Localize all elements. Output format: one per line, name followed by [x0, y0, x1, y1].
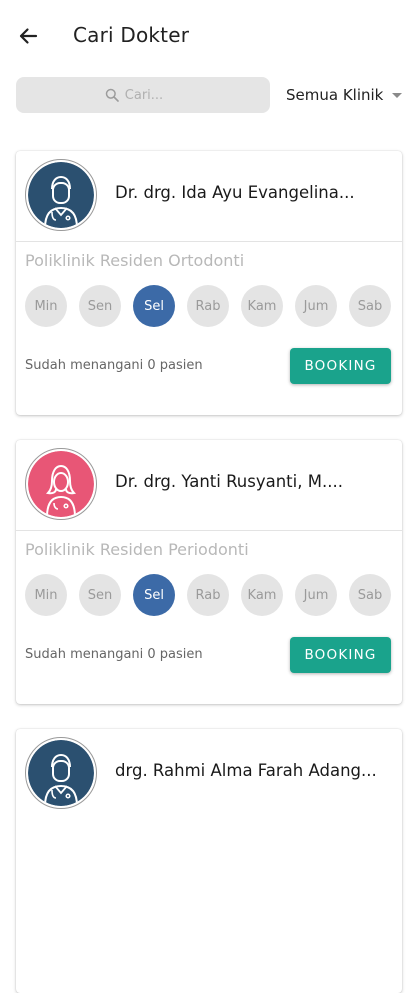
male-doctor-icon — [28, 162, 94, 228]
doctor-name: drg. Rahmi Alma Farah Adang... — [115, 761, 377, 780]
day-chip-kam[interactable]: Kam — [241, 574, 283, 616]
clinic-name: Poliklinik Residen Ortodonti — [25, 251, 245, 270]
day-chip-sab[interactable]: Sab — [349, 574, 391, 616]
day-chip-rab[interactable]: Rab — [187, 285, 229, 327]
female-doctor-icon — [28, 451, 94, 517]
back-button[interactable] — [14, 22, 42, 50]
doctor-card-header: drg. Rahmi Alma Farah Adang... — [16, 729, 402, 819]
caret-down-icon — [392, 93, 403, 98]
day-chip-sen[interactable]: Sen — [79, 285, 121, 327]
doctor-name: Dr. drg. Ida Ayu Evangelina... — [115, 183, 355, 202]
patients-handled: Sudah menangani 0 pasien — [25, 358, 203, 373]
doctor-card[interactable]: Dr. drg. Yanti Rusyanti, M.... Poliklini… — [16, 440, 402, 704]
booking-button[interactable]: BOOKING — [290, 348, 391, 384]
day-chip-sel[interactable]: Sel — [133, 574, 175, 616]
search-icon — [105, 88, 119, 102]
search-input[interactable]: Cari... — [16, 77, 270, 113]
arrow-left-icon — [19, 28, 38, 44]
clinic-filter-value: Semua Klinik — [286, 86, 384, 104]
card-divider — [16, 530, 402, 531]
day-chip-sel[interactable]: Sel — [133, 285, 175, 327]
clinic-filter-dropdown[interactable]: Semua Klinik — [286, 84, 403, 106]
doctor-card[interactable]: Dr. drg. Ida Ayu Evangelina... Poliklini… — [16, 151, 402, 415]
avatar — [25, 737, 97, 809]
doctor-card[interactable]: drg. Rahmi Alma Farah Adang... — [16, 729, 402, 993]
doctor-card-header: Dr. drg. Ida Ayu Evangelina... — [16, 151, 402, 241]
app-bar: Cari Dokter — [0, 0, 418, 72]
avatar — [25, 159, 97, 231]
patients-handled: Sudah menangani 0 pasien — [25, 647, 203, 662]
search-placeholder: Cari... — [124, 87, 164, 103]
day-chip-jum[interactable]: Jum — [295, 285, 337, 327]
day-chip-kam[interactable]: Kam — [241, 285, 283, 327]
day-chip-min[interactable]: Min — [25, 285, 67, 327]
day-chip-sen[interactable]: Sen — [79, 574, 121, 616]
day-chip-rab[interactable]: Rab — [187, 574, 229, 616]
day-chip-min[interactable]: Min — [25, 574, 67, 616]
doctor-name: Dr. drg. Yanti Rusyanti, M.... — [115, 472, 343, 491]
day-chip-sab[interactable]: Sab — [349, 285, 391, 327]
booking-button[interactable]: BOOKING — [290, 637, 391, 673]
day-chip-jum[interactable]: Jum — [295, 574, 337, 616]
page-title: Cari Dokter — [73, 23, 190, 47]
clinic-name: Poliklinik Residen Periodonti — [25, 540, 249, 559]
avatar — [25, 448, 97, 520]
doctor-card-header: Dr. drg. Yanti Rusyanti, M.... — [16, 440, 402, 530]
male-doctor-icon — [28, 740, 94, 806]
card-divider — [16, 241, 402, 242]
